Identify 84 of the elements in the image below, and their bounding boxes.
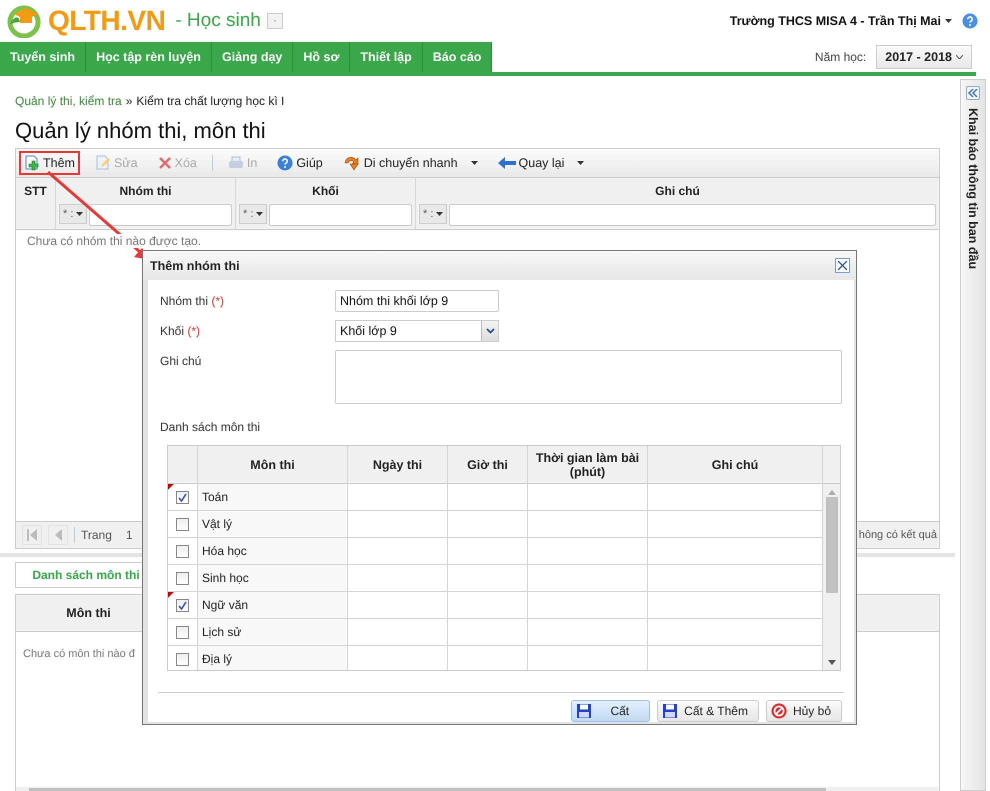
table-cell: Hóa học (198, 538, 348, 564)
chevron-icon (956, 55, 963, 59)
page-title: Quản lý nhóm thi, môn thi (15, 118, 267, 145)
dropdown-caret-icon (470, 161, 478, 165)
filter-input[interactable] (89, 204, 232, 226)
field-label: Ghi chú (160, 353, 202, 370)
school-year-label: Năm học: (814, 50, 866, 64)
page-number: 1 (126, 528, 133, 542)
caret-icon (76, 212, 84, 216)
back-arrow-icon (498, 156, 516, 170)
filter-operator-dropdown[interactable]: * : (239, 204, 268, 224)
chevron-icon (486, 328, 494, 334)
breadcrumb-current: Kiểm tra chất lượng học kì I (136, 94, 284, 108)
caret-icon (436, 212, 444, 216)
checkbox[interactable] (176, 598, 189, 612)
filter-operator-dropdown[interactable]: * : (419, 204, 448, 224)
checkbox[interactable] (176, 490, 189, 504)
close-button[interactable] (835, 258, 850, 273)
checkbox[interactable] (176, 518, 189, 530)
column-header: Khối (312, 184, 339, 198)
move-icon (342, 155, 361, 171)
toolbar-button[interactable]: Giúp (272, 151, 328, 175)
cancel-icon (770, 703, 787, 719)
table-cell: Sinh học (198, 565, 348, 591)
column-header: Ghi chú (655, 184, 700, 198)
checkbox[interactable] (176, 626, 189, 638)
group-name-field[interactable]: Nhóm thi khối lớp 9 (335, 290, 499, 312)
table-cell: Lịch sử (198, 619, 348, 645)
column-header: Thời gian làm bài (phút) (528, 446, 648, 483)
section-label: Danh sách môn thi (160, 420, 262, 434)
scroll-down-icon[interactable] (828, 660, 836, 665)
help-icon[interactable] (962, 13, 978, 29)
previous-page-icon (54, 529, 62, 541)
column-header: Nhóm thi (120, 184, 172, 198)
checkbox[interactable] (176, 572, 189, 584)
caret-icon (256, 212, 264, 216)
page-label: Trang (81, 528, 112, 542)
add-icon (24, 155, 40, 171)
filter-input[interactable] (269, 204, 412, 226)
edit-icon (94, 155, 111, 171)
scroll-up-icon[interactable] (828, 490, 836, 495)
column-header: Môn thi (66, 606, 111, 620)
field-label: Nhóm thi (*) (160, 293, 226, 310)
grade-dropdown[interactable]: Khối lớp 9 (335, 320, 499, 342)
column-header: Ghi chú (648, 446, 823, 483)
dialog-title: Thêm nhóm thi (150, 258, 240, 272)
help-icon (277, 155, 294, 171)
table-cell: Địa lý (198, 646, 348, 670)
user-menu[interactable]: Trường THCS MISA 4 - Trần Thị Mai (730, 14, 941, 28)
note-field[interactable] (334, 350, 842, 404)
column-header: STT (24, 184, 47, 198)
column-header: Giờ thi (448, 446, 528, 483)
school-year-dropdown[interactable]: 2017 - 2018 (876, 45, 972, 69)
first-page-icon (27, 529, 37, 541)
table-cell: Toán (198, 484, 348, 510)
empty-message: Chưa có nhóm thi nào được tạo. (27, 234, 202, 248)
empty-message: Chưa có môn thi nào đ (23, 648, 135, 660)
delete-icon (158, 156, 172, 170)
role-label: - Học sinh (175, 10, 261, 32)
dropdown-caret-icon (577, 161, 584, 165)
toolbar-button[interactable]: Thêm (19, 151, 80, 175)
dialog-button[interactable]: Cất (571, 700, 650, 722)
field-label: Khối (*) (160, 323, 202, 340)
filter-operator-dropdown[interactable]: * : (59, 204, 88, 224)
collapse-button[interactable] (966, 86, 980, 100)
table-cell: Ngữ văn (198, 592, 348, 618)
scrollbar-thumb[interactable] (826, 497, 838, 593)
toolbar-button[interactable]: Di chuyển nhanh (338, 151, 483, 175)
table-cell: Vật lý (198, 511, 348, 537)
printer-icon (228, 155, 244, 171)
filter-input[interactable] (449, 204, 936, 226)
dialog-button[interactable]: Hủy bỏ (766, 700, 842, 722)
checkbox[interactable] (176, 652, 189, 666)
pager-status: hông có kết quả (858, 529, 937, 541)
dialog-button[interactable]: Cất & Thêm (657, 700, 759, 722)
column-header: Môn thi (198, 446, 348, 483)
breadcrumb-separator: » (126, 94, 132, 108)
logo-text: QLTH.VN (48, 5, 166, 37)
toolbar-button[interactable]: Quay lại (492, 152, 590, 174)
checkbox[interactable] (176, 544, 189, 558)
caret-icon (945, 19, 952, 23)
breadcrumb-link[interactable]: Quản lý thi, kiểm tra (15, 94, 122, 108)
side-panel-title[interactable]: Khai báo thông tin ban đầu (966, 108, 980, 270)
column-header: Ngày thi (348, 446, 448, 483)
